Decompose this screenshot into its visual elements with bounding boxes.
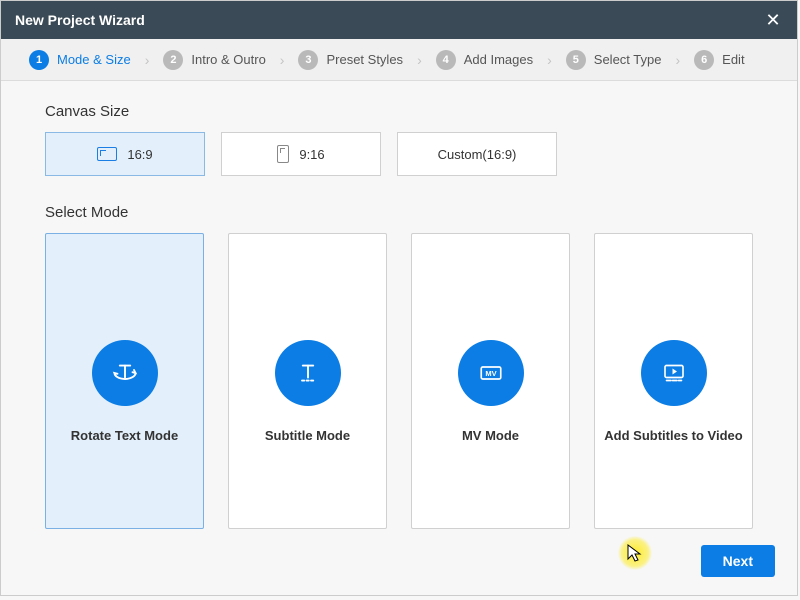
step-number: 6: [694, 50, 714, 70]
step-label: Mode & Size: [57, 52, 131, 67]
step-number: 3: [298, 50, 318, 70]
svg-text:MV: MV: [485, 369, 496, 378]
mode-add-subtitles-video[interactable]: Add Subtitles to Video: [594, 233, 753, 529]
canvas-option-9-16[interactable]: 9:16: [221, 132, 381, 176]
canvas-size-options: 16:9 9:16 Custom(16:9): [45, 132, 753, 176]
step-preset-styles[interactable]: 3 Preset Styles: [298, 50, 403, 70]
step-number: 5: [566, 50, 586, 70]
step-label: Intro & Outro: [191, 52, 265, 67]
canvas-option-16-9[interactable]: 16:9: [45, 132, 205, 176]
step-add-images[interactable]: 4 Add Images: [436, 50, 533, 70]
mode-cards: Rotate Text Mode Subtitle Mode: [45, 233, 753, 529]
step-select-type[interactable]: 5 Select Type: [566, 50, 662, 70]
canvas-option-label: Custom(16:9): [438, 147, 517, 162]
chevron-right-icon: ›: [417, 52, 422, 68]
mode-mv[interactable]: MV MV Mode: [411, 233, 570, 529]
step-number: 1: [29, 50, 49, 70]
mode-subtitle[interactable]: Subtitle Mode: [228, 233, 387, 529]
chevron-right-icon: ›: [547, 52, 552, 68]
mv-icon: MV: [458, 340, 524, 406]
step-number: 4: [436, 50, 456, 70]
landscape-ratio-icon: [97, 147, 117, 161]
wizard-footer: Next: [701, 545, 775, 577]
wizard-content: Canvas Size 16:9 9:16 Custom(16:9) Selec…: [1, 81, 797, 529]
step-label: Preset Styles: [326, 52, 403, 67]
step-label: Select Type: [594, 52, 662, 67]
mode-card-label: Add Subtitles to Video: [598, 428, 748, 443]
step-bar: 1 Mode & Size › 2 Intro & Outro › 3 Pres…: [1, 39, 797, 81]
window-title: New Project Wizard: [15, 12, 145, 28]
wizard-window: New Project Wizard ✕ 1 Mode & Size › 2 I…: [0, 0, 798, 596]
video-subtitles-icon: [641, 340, 707, 406]
mode-rotate-text[interactable]: Rotate Text Mode: [45, 233, 204, 529]
step-intro-outro[interactable]: 2 Intro & Outro: [163, 50, 265, 70]
mode-card-label: Subtitle Mode: [259, 428, 356, 443]
canvas-option-label: 9:16: [299, 147, 324, 162]
chevron-right-icon: ›: [145, 52, 150, 68]
step-label: Edit: [722, 52, 744, 67]
titlebar: New Project Wizard ✕: [1, 1, 797, 39]
next-button[interactable]: Next: [701, 545, 775, 577]
chevron-right-icon: ›: [675, 52, 680, 68]
canvas-option-label: 16:9: [127, 147, 152, 162]
canvas-option-custom[interactable]: Custom(16:9): [397, 132, 557, 176]
select-mode-title: Select Mode: [45, 204, 753, 221]
step-edit[interactable]: 6 Edit: [694, 50, 744, 70]
subtitle-icon: [275, 340, 341, 406]
portrait-ratio-icon: [277, 145, 289, 163]
close-icon[interactable]: ✕: [763, 10, 783, 31]
mode-card-label: MV Mode: [456, 428, 525, 443]
canvas-size-title: Canvas Size: [45, 103, 753, 120]
rotate-text-icon: [92, 340, 158, 406]
mode-card-label: Rotate Text Mode: [65, 428, 184, 443]
chevron-right-icon: ›: [280, 52, 285, 68]
step-number: 2: [163, 50, 183, 70]
step-label: Add Images: [464, 52, 533, 67]
step-mode-size[interactable]: 1 Mode & Size: [29, 50, 131, 70]
